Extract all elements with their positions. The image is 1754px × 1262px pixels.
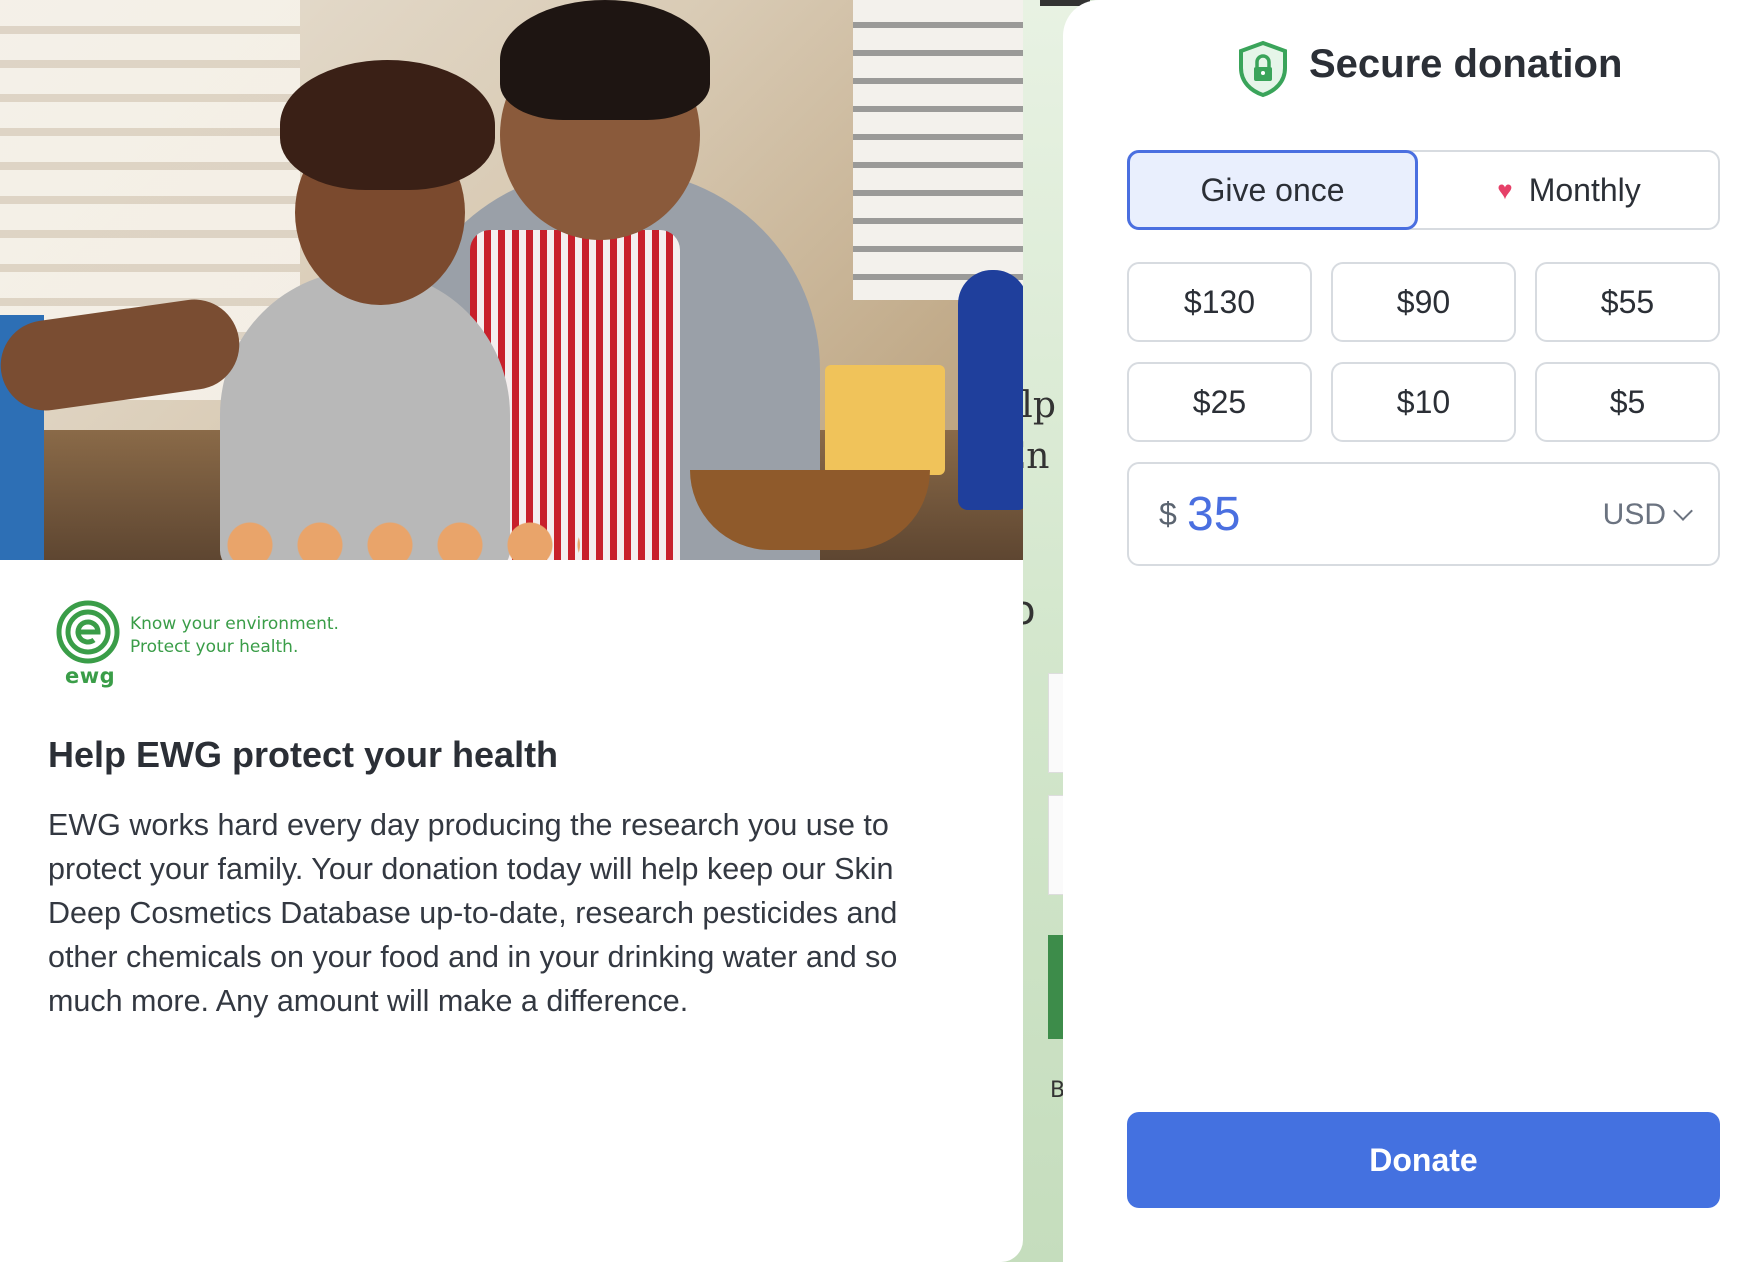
chevron-down-icon: [1673, 501, 1693, 521]
donation-panel: Secure donation Give once ♥ Monthly $130…: [1063, 0, 1754, 1262]
custom-amount-input[interactable]: [1187, 482, 1547, 546]
tagline-line: Know your environment.: [130, 614, 339, 634]
story-body: EWG works hard every day producing the r…: [48, 808, 898, 1018]
ewg-logo-word: ewg: [65, 664, 116, 688]
custom-amount-field: $ USD: [1127, 462, 1720, 566]
amount-option[interactable]: $90: [1331, 262, 1516, 342]
panel-header: Secure donation: [1063, 36, 1754, 98]
monthly-label: Monthly: [1528, 171, 1641, 208]
amount-option[interactable]: $25: [1127, 362, 1312, 442]
give-once-label: Give once: [1200, 171, 1345, 208]
amount-option[interactable]: $130: [1127, 262, 1312, 342]
panel-title: Secure donation: [1309, 42, 1623, 86]
shield-lock-icon: [1239, 40, 1287, 98]
amount-option[interactable]: $55: [1535, 262, 1720, 342]
currency-label: USD: [1602, 498, 1666, 531]
monthly-button[interactable]: ♥ Monthly: [1418, 150, 1720, 230]
ewg-logo: ewg Know your environment. Protect your …: [56, 600, 456, 700]
ewg-tagline: Know your environment. Protect your heal…: [130, 613, 339, 659]
ewg-logo-icon: [56, 600, 120, 664]
heart-icon: ♥: [1497, 174, 1513, 205]
donate-button[interactable]: Donate: [1127, 1112, 1720, 1208]
hero-image: [0, 0, 1023, 560]
currency-symbol: $: [1159, 496, 1177, 532]
story-title: Help EWG protect your health: [48, 734, 559, 775]
give-once-button[interactable]: Give once: [1127, 150, 1418, 230]
amount-option[interactable]: $5: [1535, 362, 1720, 442]
frequency-toggle: Give once ♥ Monthly: [1127, 150, 1720, 230]
story-card: ewg Know your environment. Protect your …: [0, 0, 1023, 1262]
amount-option[interactable]: $10: [1331, 362, 1516, 442]
tagline-line: Protect your health.: [130, 637, 299, 657]
currency-select[interactable]: USD: [1602, 498, 1693, 532]
